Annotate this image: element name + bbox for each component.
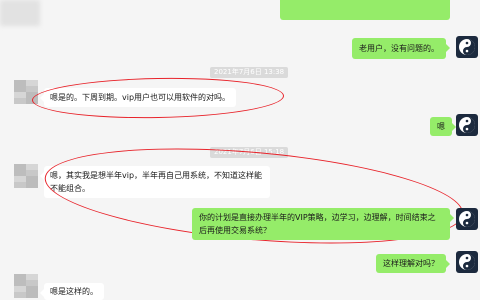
annotation-circle <box>31 75 285 121</box>
bubble-tail <box>446 260 450 268</box>
message-text: 老用户，没有问题的。 <box>359 44 439 53</box>
incoming-message-7[interactable]: 嗯是这样的。 <box>40 283 104 300</box>
my-avatar[interactable] <box>456 251 478 273</box>
contact-avatar[interactable] <box>14 274 38 298</box>
yin-yang-icon <box>459 39 475 55</box>
my-avatar[interactable] <box>456 114 478 136</box>
chat-window: { "messages": { "m1": { "text": "老用户，没有问… <box>0 0 480 300</box>
contact-avatar[interactable] <box>14 164 38 188</box>
message-text: 嗯是这样的。 <box>50 287 98 296</box>
timestamp: 2021年7月6日 13:38 <box>210 67 289 78</box>
my-avatar[interactable] <box>456 36 478 58</box>
outgoing-message-6[interactable]: 这样理解对吗？ <box>376 254 450 273</box>
outgoing-message-3[interactable]: 嗯 <box>430 117 456 136</box>
bubble-tail <box>446 44 450 52</box>
outgoing-message-5[interactable]: 你的计划是直接办理半年的VIP策略，边学习，边理解，时间结束之后再使用交易系统？ <box>192 208 454 240</box>
bubble-tail <box>40 172 44 180</box>
message-text: 你的计划是直接办理半年的VIP策略，边学习，边理解，时间结束之后再使用交易系统？ <box>199 213 436 235</box>
bubble-tail <box>450 214 454 222</box>
message-text: 嗯 <box>437 122 445 131</box>
bubble-tail <box>40 289 44 297</box>
outgoing-message-1[interactable]: 老用户，没有问题的。 <box>352 38 450 59</box>
message-text: 这样理解对吗？ <box>383 259 439 268</box>
yin-yang-icon <box>459 254 475 270</box>
yin-yang-icon <box>459 211 475 227</box>
my-avatar[interactable] <box>456 208 478 230</box>
yin-yang-icon <box>459 117 475 133</box>
blurred-area <box>0 0 40 26</box>
partial-outgoing-bubble <box>280 0 450 20</box>
